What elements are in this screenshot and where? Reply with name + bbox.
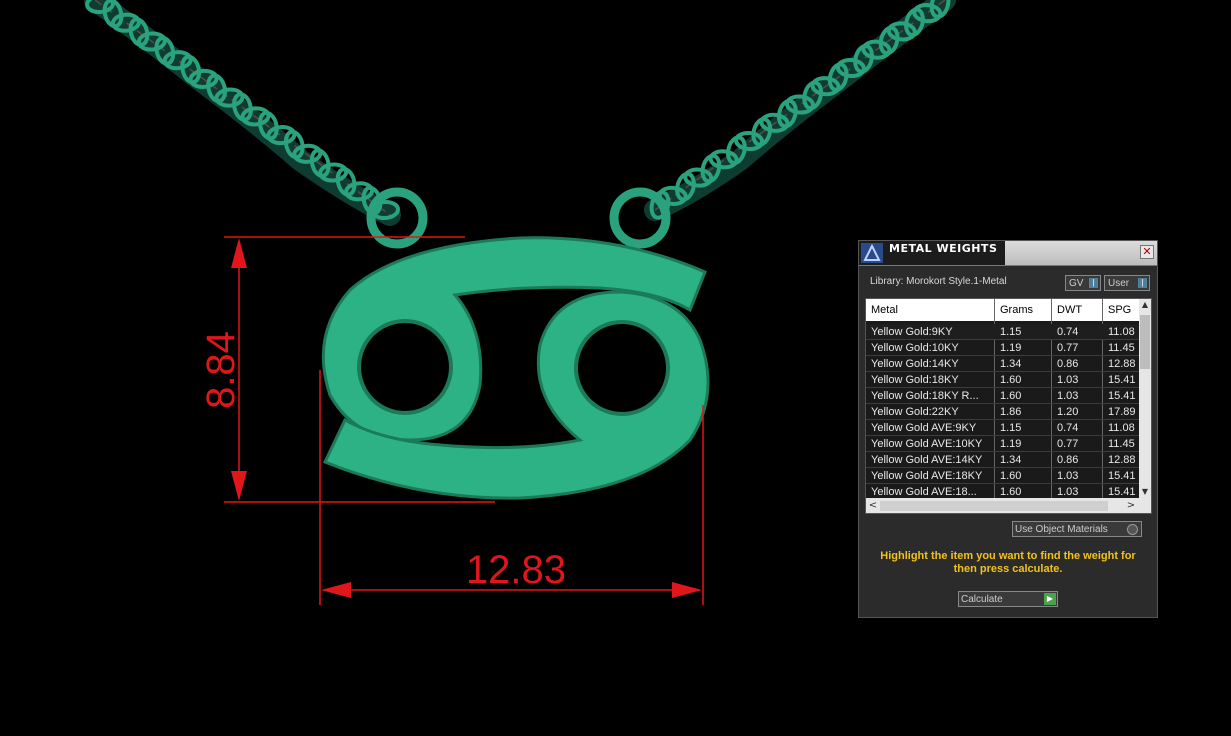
horizontal-scroll-thumb[interactable]	[880, 501, 1108, 511]
cell-metal: Yellow Gold:18KY	[871, 374, 959, 386]
cell-grams: 1.60	[1000, 470, 1022, 482]
cell-grams: 1.34	[1000, 454, 1022, 466]
cell-metal: Yellow Gold AVE:18...	[871, 486, 977, 498]
calculate-button[interactable]: Calculate ▶	[958, 591, 1058, 607]
table-row[interactable]: Yellow Gold:10KY 1.19 0.77 11.45	[866, 340, 1151, 356]
cell-dwt: 1.03	[1057, 390, 1079, 402]
cell-spg: 17.89	[1108, 406, 1136, 418]
table-row[interactable]: Yellow Gold:18KY 1.60 1.03 15.41	[866, 372, 1151, 388]
panel-titlebar[interactable]: METAL WEIGHTS ✕	[859, 241, 1157, 266]
scroll-down-icon[interactable]: ▼	[1139, 486, 1151, 498]
cell-metal: Yellow Gold:9KY	[871, 326, 953, 338]
chain-right	[609, 0, 956, 249]
cell-metal: Yellow Gold AVE:18KY	[871, 470, 983, 482]
cell-dwt: 0.74	[1057, 422, 1079, 434]
cancer-pendant	[321, 236, 710, 500]
table-row[interactable]: Yellow Gold:18KY R... 1.60 1.03 15.41	[866, 388, 1151, 404]
vertical-scroll-thumb[interactable]	[1140, 315, 1150, 369]
cell-grams: 1.15	[1000, 422, 1022, 434]
cell-dwt: 0.74	[1057, 326, 1079, 338]
scroll-left-icon[interactable]: <	[866, 498, 880, 513]
metal-table[interactable]: Metal Grams DWT SPG Yellow Gold:9KY 1.15 0…	[865, 298, 1152, 514]
instruction-text: Highlight the item you want to find the …	[880, 550, 1136, 575]
dimension-height-label: 8.84	[199, 331, 243, 409]
table-row[interactable]: Yellow Gold:9KY 1.15 0.74 11.08	[866, 324, 1151, 340]
cell-metal: Yellow Gold:18KY R...	[871, 390, 979, 402]
user-toggle-knob: |	[1138, 278, 1147, 288]
play-icon: ▶	[1044, 593, 1056, 605]
cell-dwt: 1.20	[1057, 406, 1079, 418]
cell-grams: 1.15	[1000, 326, 1022, 338]
vertical-scrollbar[interactable]: ▲ ▼	[1139, 299, 1151, 498]
chain-left	[84, 0, 428, 249]
cell-spg: 12.88	[1108, 454, 1136, 466]
col-header-dwt[interactable]: DWT	[1057, 304, 1082, 316]
app-logo-icon	[861, 243, 883, 263]
cell-grams: 1.60	[1000, 374, 1022, 386]
cell-grams: 1.19	[1000, 438, 1022, 450]
table-row[interactable]: Yellow Gold AVE:18KY 1.60 1.03 15.41	[866, 468, 1151, 484]
cell-metal: Yellow Gold AVE:9KY	[871, 422, 977, 434]
cell-dwt: 0.77	[1057, 342, 1079, 354]
cell-metal: Yellow Gold:10KY	[871, 342, 959, 354]
table-body: Yellow Gold:9KY 1.15 0.74 11.08 Yellow Gold:…	[866, 324, 1151, 500]
scroll-up-icon[interactable]: ▲	[1139, 299, 1151, 311]
gv-toggle-label: GV	[1069, 278, 1084, 289]
table-header: Metal Grams DWT SPG	[866, 299, 1151, 321]
cell-grams: 1.34	[1000, 358, 1022, 370]
user-toggle-label: User	[1108, 278, 1130, 289]
cell-spg: 15.41	[1108, 486, 1136, 498]
table-row[interactable]: Yellow Gold AVE:9KY 1.15 0.74 11.08	[866, 420, 1151, 436]
horizontal-scrollbar[interactable]: < >	[866, 498, 1151, 513]
cell-grams: 1.60	[1000, 390, 1022, 402]
cell-dwt: 1.03	[1057, 374, 1079, 386]
cell-grams: 1.19	[1000, 342, 1022, 354]
col-header-metal[interactable]: Metal	[871, 304, 898, 316]
cell-spg: 15.41	[1108, 390, 1136, 402]
user-toggle[interactable]: User |	[1104, 275, 1150, 291]
cell-spg: 11.08	[1108, 422, 1135, 434]
table-row[interactable]: Yellow Gold:22KY 1.86 1.20 17.89	[866, 404, 1151, 420]
gv-toggle-knob: |	[1089, 278, 1098, 288]
cell-spg: 11.08	[1108, 326, 1135, 338]
table-row[interactable]: Yellow Gold AVE:14KY 1.34 0.86 12.88	[866, 452, 1151, 468]
cell-spg: 11.45	[1108, 342, 1135, 354]
use-object-materials-option[interactable]: Use Object Materials	[1012, 521, 1142, 537]
library-label: Library: Morokort Style.1-Metal	[870, 276, 1007, 287]
cell-spg: 15.41	[1108, 470, 1136, 482]
cell-metal: Yellow Gold AVE:10KY	[871, 438, 983, 450]
cell-dwt: 0.86	[1057, 358, 1079, 370]
cell-spg: 15.41	[1108, 374, 1136, 386]
cell-dwt: 1.03	[1057, 486, 1079, 498]
use-object-materials-radio[interactable]	[1127, 524, 1138, 535]
metal-weights-panel: METAL WEIGHTS ✕ Library: Morokort Style.…	[858, 240, 1158, 618]
cell-spg: 12.88	[1108, 358, 1136, 370]
table-row[interactable]: Yellow Gold AVE:10KY 1.19 0.77 11.45	[866, 436, 1151, 452]
gv-toggle[interactable]: GV |	[1065, 275, 1101, 291]
cell-metal: Yellow Gold:14KY	[871, 358, 959, 370]
table-row[interactable]: Yellow Gold:14KY 1.34 0.86 12.88	[866, 356, 1151, 372]
col-header-grams[interactable]: Grams	[1000, 304, 1033, 316]
panel-title: METAL WEIGHTS	[889, 242, 998, 255]
cell-dwt: 1.03	[1057, 470, 1079, 482]
panel-title-tab: METAL WEIGHTS	[859, 241, 1005, 265]
cell-metal: Yellow Gold AVE:14KY	[871, 454, 983, 466]
calculate-label: Calculate	[961, 594, 1003, 605]
cell-grams: 1.60	[1000, 486, 1022, 498]
col-header-spg[interactable]: SPG	[1108, 304, 1131, 316]
cell-spg: 11.45	[1108, 438, 1135, 450]
cell-metal: Yellow Gold:22KY	[871, 406, 959, 418]
cell-grams: 1.86	[1000, 406, 1022, 418]
dimension-width-label: 12.83	[466, 548, 566, 592]
cell-dwt: 0.86	[1057, 454, 1079, 466]
cell-dwt: 0.77	[1057, 438, 1079, 450]
use-object-materials-label: Use Object Materials	[1015, 524, 1108, 535]
close-button[interactable]: ✕	[1140, 245, 1154, 259]
scroll-right-icon[interactable]: >	[1124, 498, 1138, 513]
